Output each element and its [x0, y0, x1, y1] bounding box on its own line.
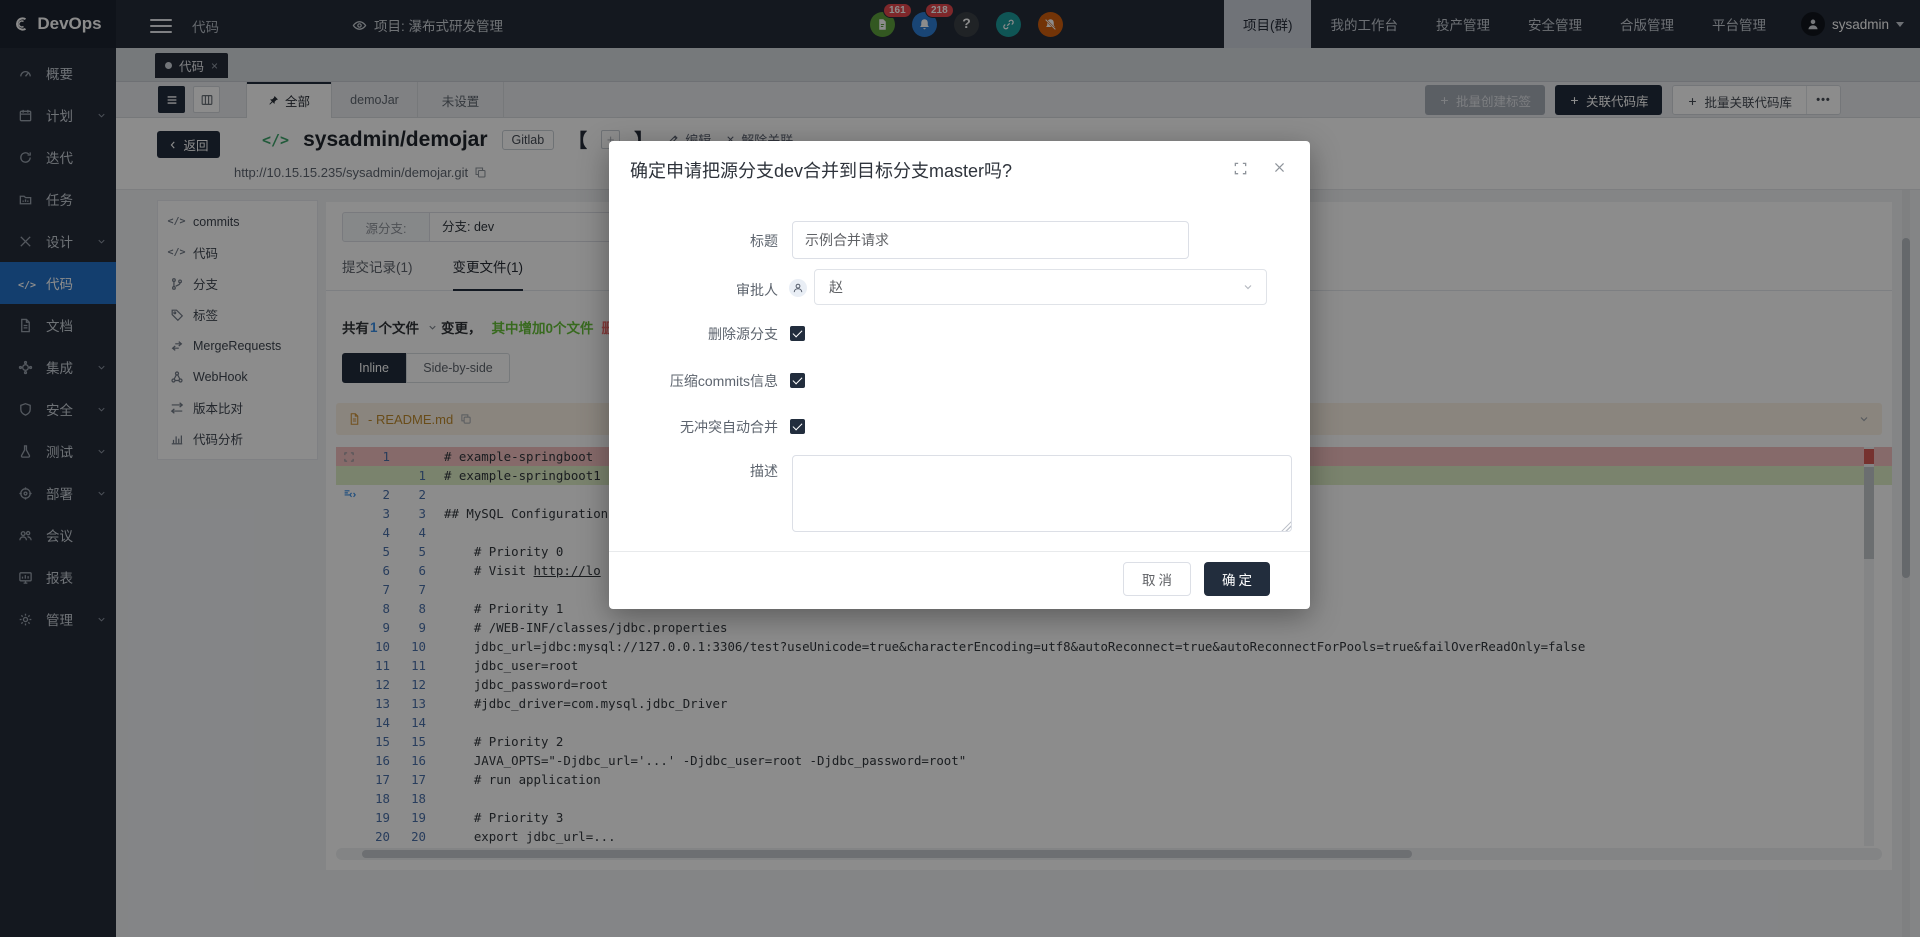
checkbox-2[interactable]	[790, 419, 805, 434]
title-input[interactable]	[792, 221, 1189, 259]
checkbox-1[interactable]	[790, 373, 805, 388]
approver-field-label: 审批人	[609, 280, 778, 300]
title-field-label: 标题	[609, 231, 778, 251]
approver-avatar	[789, 279, 807, 297]
close-icon[interactable]	[1273, 161, 1286, 174]
textarea-resize-handle[interactable]	[1280, 520, 1291, 531]
expand-icon[interactable]	[1233, 161, 1248, 176]
checkbox-label: 无冲突自动合并	[609, 417, 778, 437]
chevron-down-icon	[1242, 281, 1254, 293]
checkbox-label: 删除源分支	[609, 324, 778, 344]
modal-footer-divider	[609, 551, 1310, 552]
modal-title: 确定申请把源分支dev合并到目标分支master吗?	[630, 157, 1012, 183]
checkbox-label: 压缩commits信息	[609, 371, 778, 391]
checkbox-0[interactable]	[790, 326, 805, 341]
app-window: DevOps 代码 项目: 瀑布式研发管理 161 218 ? 项目(群) 我的…	[0, 0, 1920, 937]
approver-select[interactable]: 赵	[814, 269, 1267, 305]
cancel-button[interactable]: 取消	[1123, 562, 1191, 596]
merge-request-modal: 确定申请把源分支dev合并到目标分支master吗? 标题 审批人 赵 删除源分…	[609, 141, 1310, 609]
approver-value: 赵	[829, 279, 843, 295]
description-textarea[interactable]	[792, 455, 1292, 532]
description-field-label: 描述	[609, 461, 778, 481]
confirm-button[interactable]: 确定	[1204, 562, 1270, 596]
